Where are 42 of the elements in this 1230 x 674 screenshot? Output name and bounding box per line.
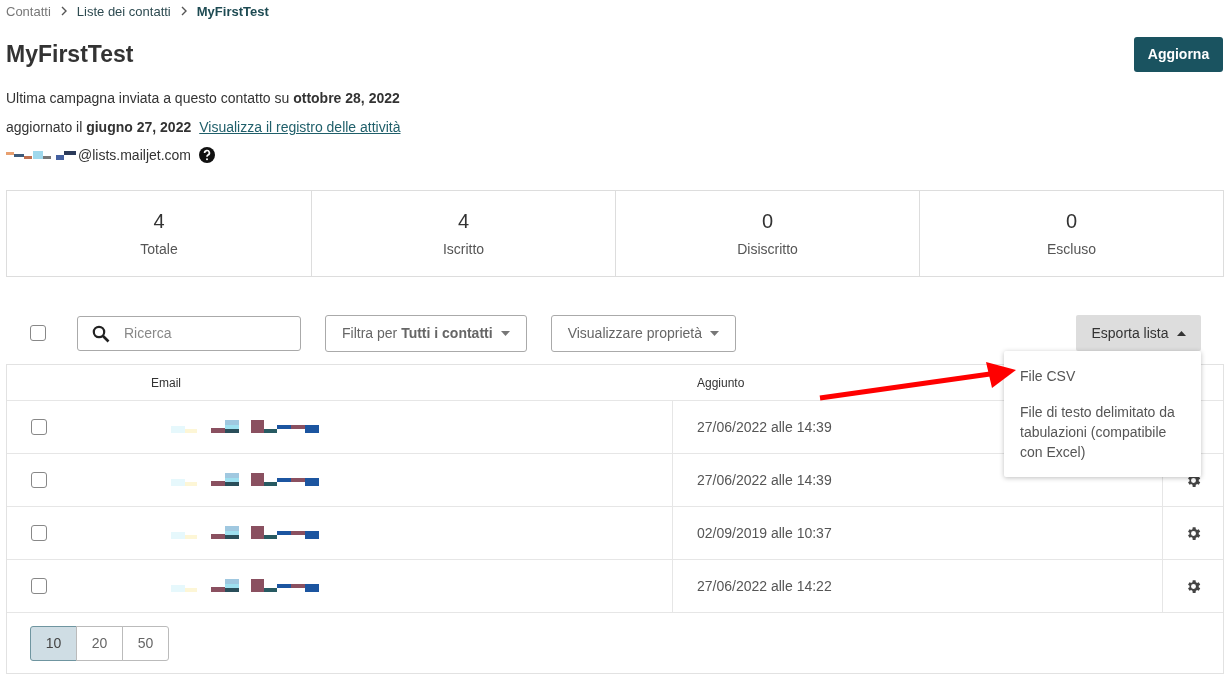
chevron-icon — [59, 6, 68, 16]
page-size-button[interactable]: 10 — [30, 625, 77, 661]
row-checkbox[interactable] — [31, 525, 47, 541]
row-checkbox[interactable] — [31, 472, 47, 488]
stat-label: Escluso — [1047, 241, 1096, 257]
date-added: 27/06/2022 alle 14:22 — [673, 560, 1163, 612]
redacted-drawing — [6, 149, 76, 161]
stat-value: 0 — [761, 210, 774, 233]
caret-icon — [1176, 330, 1186, 336]
column-header: Aggiunto — [697, 375, 745, 390]
stat-label: Disiscritto — [737, 241, 798, 257]
caret-icon — [500, 330, 510, 336]
page-size-button[interactable]: 20 — [76, 625, 123, 661]
search-icon — [92, 324, 110, 343]
search-field[interactable]: Ricerca — [77, 315, 301, 351]
properties-dropdown[interactable]: Visualizzare proprietà — [550, 314, 736, 352]
updated-text: aggiornato il giugno 27, 2022 — [6, 119, 192, 135]
menu-item[interactable]: File CSV — [1004, 358, 1201, 394]
activity-log-link[interactable]: Visualizza il registro delle attività — [199, 119, 401, 135]
export-button[interactable]: Esporta lista — [1076, 315, 1201, 351]
page-title: MyFirstTest — [6, 40, 134, 68]
row-checkbox[interactable] — [31, 419, 47, 435]
help-icon[interactable] — [199, 147, 215, 163]
update-button[interactable]: Aggiorna — [1134, 36, 1223, 72]
stat-value: 4 — [153, 210, 165, 233]
stat-value: 4 — [457, 210, 470, 233]
date-added: 02/09/2019 alle 10:37 — [673, 507, 1163, 559]
breadcrumb-link[interactable]: Contatti — [6, 3, 51, 19]
breadcrumb-link[interactable]: MyFirstTest — [196, 3, 269, 19]
last-campaign-text: Ultima campagna inviata a questo contatto su ottobre 28, 2022 — [6, 90, 401, 108]
page-size-button[interactable]: 50 — [122, 625, 169, 661]
breadcrumb-link[interactable]: Liste dei contatti — [76, 3, 171, 19]
column-header: Email — [150, 374, 182, 392]
row-checkbox[interactable] — [31, 578, 47, 594]
chevron-icon — [179, 6, 188, 16]
stat-label: Totale — [140, 241, 178, 257]
filter-dropdown[interactable]: Filtra per Tutti i contatti — [325, 314, 527, 352]
stat-value: 0 — [1065, 210, 1078, 233]
list-address: @lists.mailjet.com — [78, 147, 191, 163]
caret-icon — [710, 330, 719, 336]
stat-label: Iscritto — [442, 241, 485, 257]
select-all-checkbox[interactable] — [30, 325, 46, 341]
